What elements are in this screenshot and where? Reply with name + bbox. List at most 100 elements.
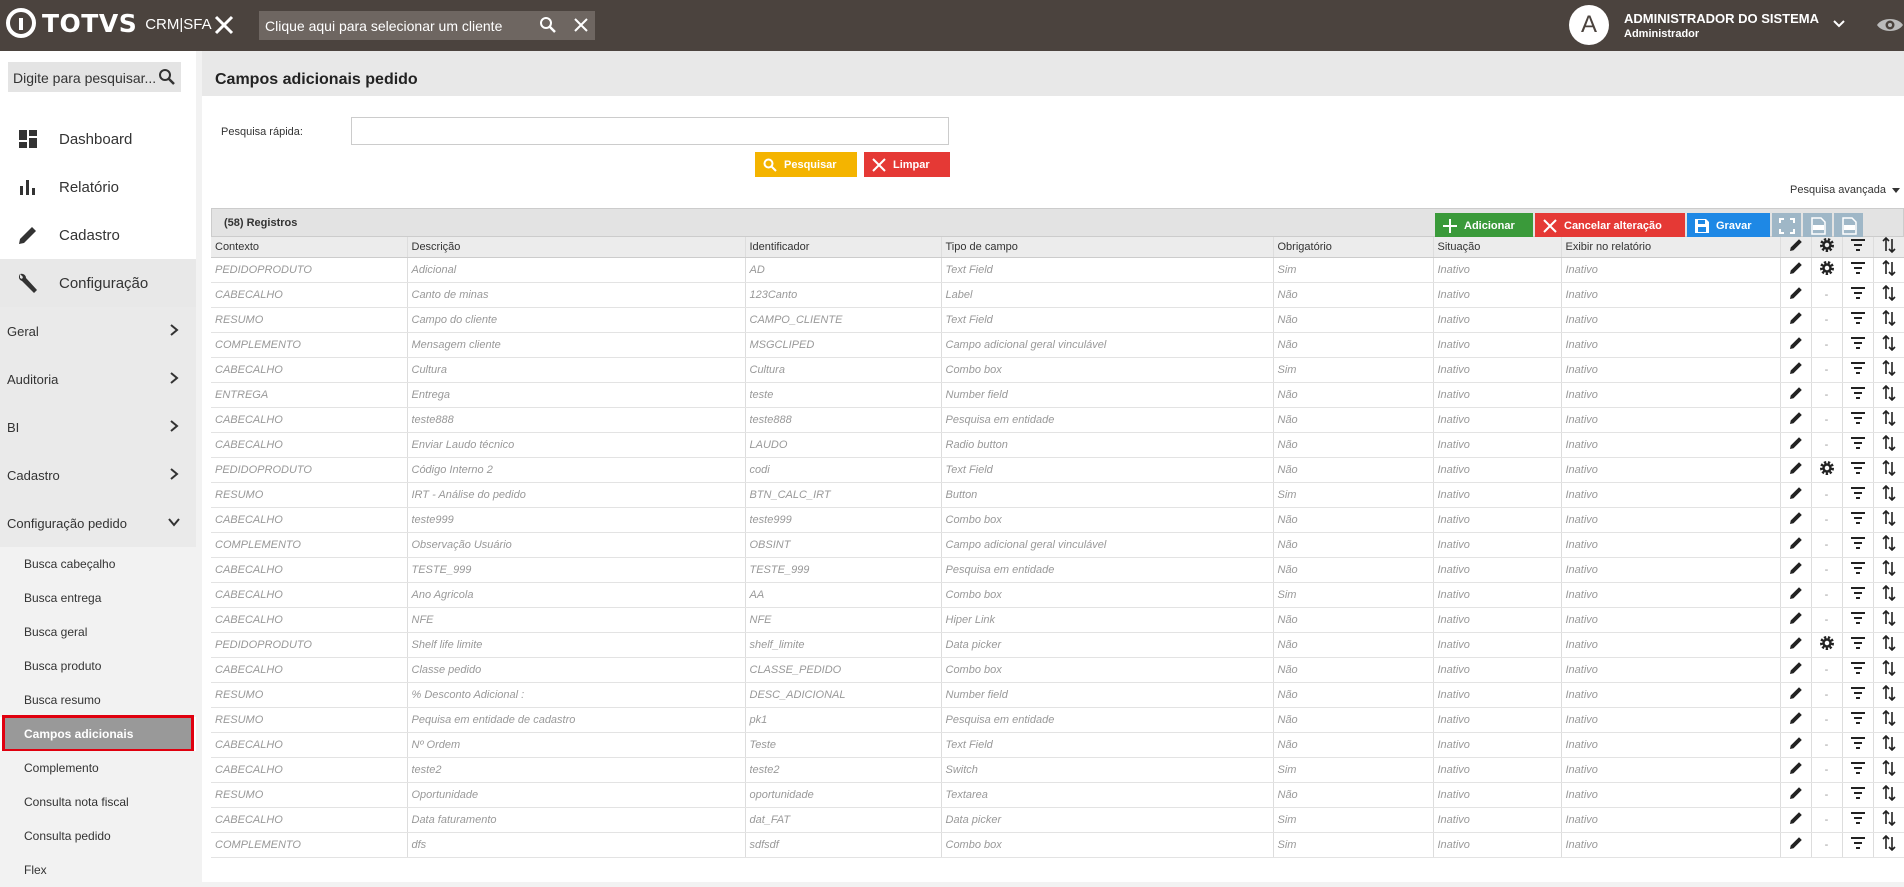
sidebar-subitem[interactable]: Complemento [0,751,196,785]
sidebar-search-input[interactable]: Digite para pesquisar... [8,62,181,92]
edit-row-button[interactable] [1780,257,1812,283]
sort-row-button[interactable] [1873,532,1904,558]
sort-row-button[interactable] [1873,257,1904,283]
table-row[interactable]: RESUMO Oportunidade oportunidade Textarea Nã… [211,782,1904,808]
eye-icon[interactable] [1876,15,1904,35]
filter-row-button[interactable] [1842,357,1874,383]
table-row[interactable]: COMPLEMENTO Mensagem cliente MSGCLIPED Camp… [211,332,1904,358]
table-row[interactable]: CABECALHO TESTE_999 TESTE_999 Pesquisa em e… [211,557,1904,583]
edit-row-button[interactable] [1780,682,1812,708]
filter-row-button[interactable] [1842,682,1874,708]
filter-row-button[interactable] [1842,257,1874,283]
sort-row-button[interactable] [1873,607,1904,633]
edit-row-button[interactable] [1780,557,1812,583]
quick-search-input[interactable] [351,117,949,145]
filter-row-button[interactable] [1842,532,1874,558]
nav-cadastro[interactable]: Cadastro [0,211,196,259]
filter-row-button[interactable] [1842,582,1874,608]
nav-configuracao[interactable]: Configuração [0,259,196,307]
settings-row-button[interactable] [1811,632,1843,658]
edit-row-button[interactable] [1780,382,1812,408]
sort-row-button[interactable] [1873,732,1904,758]
table-row[interactable]: CABECALHO NFE NFE Hiper Link Não Inativo Inati… [211,607,1904,633]
filter-row-button[interactable] [1842,482,1874,508]
column-header[interactable]: Exibir no relatório [1561,237,1781,258]
sidebar-subitem[interactable]: Busca geral [0,615,196,649]
table-row[interactable]: CABECALHO Enviar Laudo técnico LAUDO Radio … [211,432,1904,458]
edit-row-button[interactable] [1780,832,1812,858]
table-row[interactable]: COMPLEMENTO dfs sdfsdf Combo box Sim Inativo I… [211,832,1904,858]
column-header[interactable]: Contexto [211,237,408,258]
settings-row-button[interactable] [1811,257,1843,283]
edit-row-button[interactable] [1780,532,1812,558]
column-header[interactable]: Situação [1433,237,1562,258]
edit-column-header[interactable] [1780,237,1812,258]
sort-row-button[interactable] [1873,307,1904,333]
sidebar-category-geral[interactable]: Geral [0,307,196,355]
column-header[interactable]: Identificador [745,237,942,258]
edit-row-button[interactable] [1780,782,1812,808]
sort-row-button[interactable] [1873,407,1904,433]
edit-row-button[interactable] [1780,707,1812,733]
close-icon[interactable] [211,12,237,38]
edit-row-button[interactable] [1780,807,1812,833]
table-row[interactable]: CABECALHO Classe pedido CLASSE_PEDIDO Combo… [211,657,1904,683]
search-icon[interactable] [158,68,176,86]
add-button[interactable]: Adicionar [1435,213,1533,238]
settings-column-header[interactable] [1811,237,1843,258]
table-row[interactable]: COMPLEMENTO Observação Usuário OBSINT Campo… [211,532,1904,558]
table-row[interactable]: CABECALHO Data faturamento dat_FAT Data pic… [211,807,1904,833]
column-header[interactable]: Descrição [407,237,746,258]
edit-row-button[interactable] [1780,582,1812,608]
filter-row-button[interactable] [1842,832,1874,858]
totvs-logo[interactable]: TOTVS CRM|SFA [6,8,212,38]
sort-row-button[interactable] [1873,332,1904,358]
filter-row-button[interactable] [1842,657,1874,683]
sort-row-button[interactable] [1873,807,1904,833]
table-row[interactable]: RESUMO Pequisa em entidade de cadastro pk1… [211,707,1904,733]
sidebar-subitem[interactable]: Consulta nota fiscal [0,785,196,819]
table-row[interactable]: RESUMO IRT - Análise do pedido BTN_CALC_IR… [211,482,1904,508]
avatar[interactable]: A [1569,5,1609,45]
table-row[interactable]: CABECALHO Nº Ordem Teste Text Field Não Inati… [211,732,1904,758]
table-row[interactable]: CABECALHO teste999 teste999 Combo box Não Ina… [211,507,1904,533]
sort-row-button[interactable] [1873,632,1904,658]
edit-row-button[interactable] [1780,457,1812,483]
sidebar-category-bi[interactable]: BI [0,403,196,451]
filter-row-button[interactable] [1842,632,1874,658]
sidebar-subitem[interactable]: Busca entrega [0,581,196,615]
sidebar-category-auditoria[interactable]: Auditoria [0,355,196,403]
filter-row-button[interactable] [1842,307,1874,333]
column-header[interactable]: Tipo de campo [941,237,1274,258]
fullscreen-button[interactable] [1772,213,1801,238]
clear-icon[interactable] [573,17,589,33]
client-select-field[interactable]: Clique aqui para selecionar um cliente [259,11,595,40]
filter-row-button[interactable] [1842,607,1874,633]
edit-row-button[interactable] [1780,507,1812,533]
filter-row-button[interactable] [1842,707,1874,733]
sidebar-subitem-campos-adicionais[interactable]: Campos adicionais [2,715,194,752]
advanced-search-toggle[interactable]: Pesquisa avançada [1790,184,1901,196]
sort-row-button[interactable] [1873,707,1904,733]
sort-row-button[interactable] [1873,457,1904,483]
settings-row-button[interactable] [1811,457,1843,483]
table-row[interactable]: RESUMO Campo do cliente CAMPO_CLIENTE Text … [211,307,1904,333]
filter-row-button[interactable] [1842,407,1874,433]
sort-row-button[interactable] [1873,557,1904,583]
edit-row-button[interactable] [1780,757,1812,783]
table-row[interactable]: PEDIDOPRODUTO Código Interno 2 codi Text Fi… [211,457,1904,483]
filter-row-button[interactable] [1842,807,1874,833]
sort-row-button[interactable] [1873,582,1904,608]
sort-row-button[interactable] [1873,357,1904,383]
edit-row-button[interactable] [1780,432,1812,458]
sidebar-subitem[interactable]: Busca produto [0,649,196,683]
table-row[interactable]: PEDIDOPRODUTO Shelf life limite shelf_limi… [211,632,1904,658]
table-row[interactable]: PEDIDOPRODUTO Adicional AD Text Field Sim Ina… [211,257,1904,283]
filter-row-button[interactable] [1842,757,1874,783]
table-row[interactable]: CABECALHO teste2 teste2 Switch Sim Inativo Ina… [211,757,1904,783]
sort-row-button[interactable] [1873,432,1904,458]
search-button[interactable]: Pesquisar [755,152,857,177]
edit-row-button[interactable] [1780,332,1812,358]
filter-row-button[interactable] [1842,732,1874,758]
sidebar-subitem[interactable]: Consulta pedido [0,819,196,853]
